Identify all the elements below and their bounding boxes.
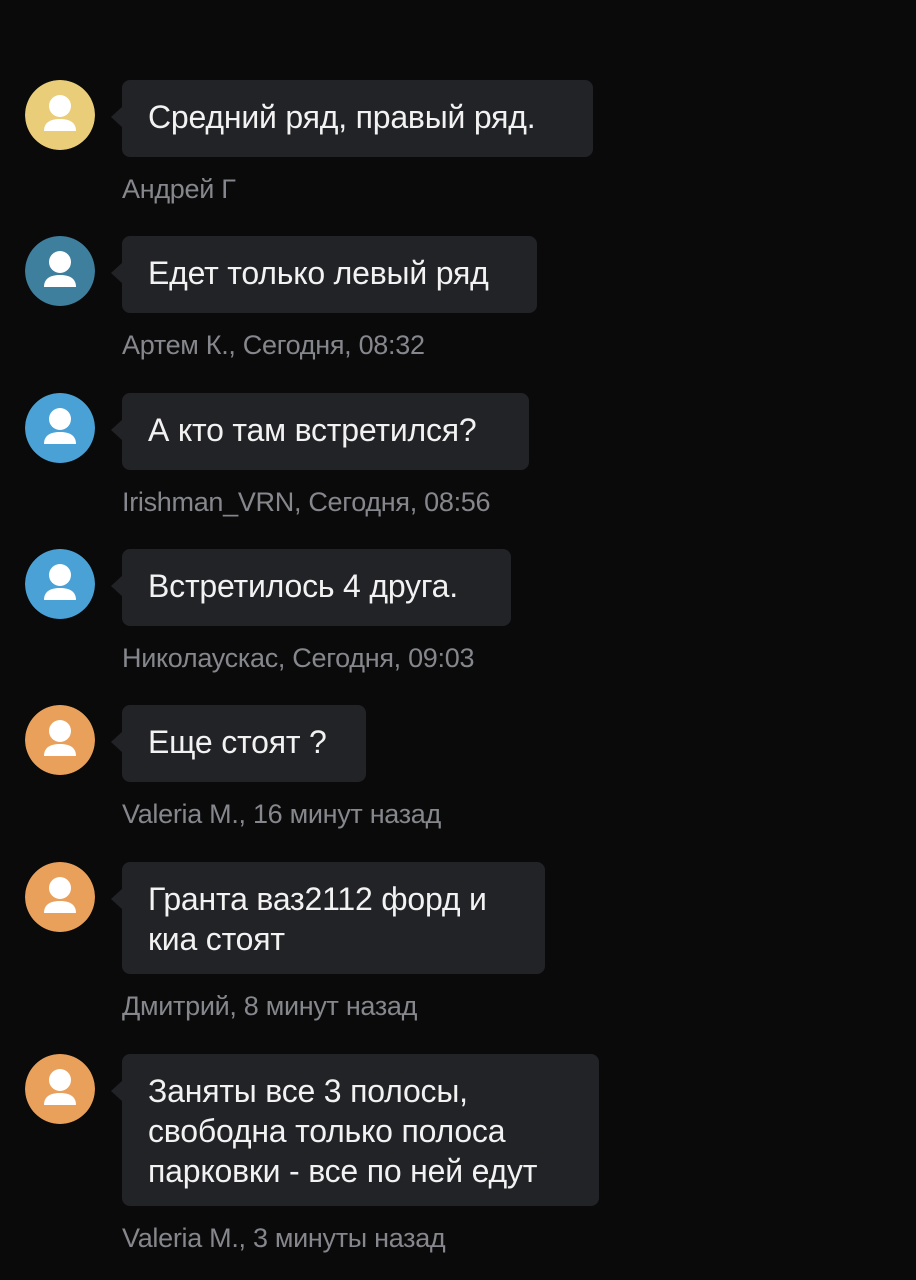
- message-bubble: Встретилось 4 друга.: [111, 549, 511, 626]
- message-text: Встретилось 4 друга.: [148, 568, 458, 604]
- message-meta: Дмитрий, 8 минут назад: [122, 991, 418, 1021]
- message-bubble: А кто там встретился?: [111, 393, 529, 470]
- message-meta: Андрей Г: [122, 174, 236, 204]
- message-bubble: Средний ряд, правый ряд.: [111, 80, 593, 157]
- comments-feed: Средний ряд, правый ряд. Андрей Г Едет т…: [0, 0, 916, 1280]
- avatar[interactable]: [25, 705, 95, 775]
- message-bubble: Едет только левый ряд: [111, 236, 537, 313]
- message-text: Средний ряд, правый ряд.: [148, 99, 536, 135]
- avatar[interactable]: [25, 1054, 95, 1124]
- avatar[interactable]: [25, 236, 95, 306]
- message-meta: Valeria M., 3 минуты назад: [122, 1223, 446, 1253]
- message-text: Едет только левый ряд: [148, 255, 489, 291]
- user-silhouette-icon: [25, 80, 95, 150]
- message-meta: Николаускас, Сегодня, 09:03: [122, 643, 475, 673]
- user-silhouette-icon: [25, 862, 95, 932]
- message-bubble: Заняты все 3 полосы, свободна только пол…: [111, 1054, 599, 1206]
- avatar[interactable]: [25, 393, 95, 463]
- avatar[interactable]: [25, 549, 95, 619]
- message-text: Гранта ваз2112 форд и киа стоят: [148, 881, 487, 957]
- message-text: Еще стоят ?: [148, 724, 327, 760]
- message-text: Заняты все 3 полосы, свободна только пол…: [148, 1073, 538, 1189]
- user-silhouette-icon: [25, 236, 95, 306]
- message-bubble: Гранта ваз2112 форд и киа стоят: [111, 862, 545, 974]
- avatar[interactable]: [25, 862, 95, 932]
- avatar[interactable]: [25, 80, 95, 150]
- message-meta: Артем К., Сегодня, 08:32: [122, 330, 425, 360]
- message-meta: Irishman_VRN, Сегодня, 08:56: [122, 487, 491, 517]
- user-silhouette-icon: [25, 549, 95, 619]
- user-silhouette-icon: [25, 1054, 95, 1124]
- message-text: А кто там встретился?: [148, 412, 477, 448]
- user-silhouette-icon: [25, 393, 95, 463]
- message-bubble: Еще стоят ?: [111, 705, 366, 782]
- message-meta: Valeria M., 16 минут назад: [122, 799, 441, 829]
- user-silhouette-icon: [25, 705, 95, 775]
